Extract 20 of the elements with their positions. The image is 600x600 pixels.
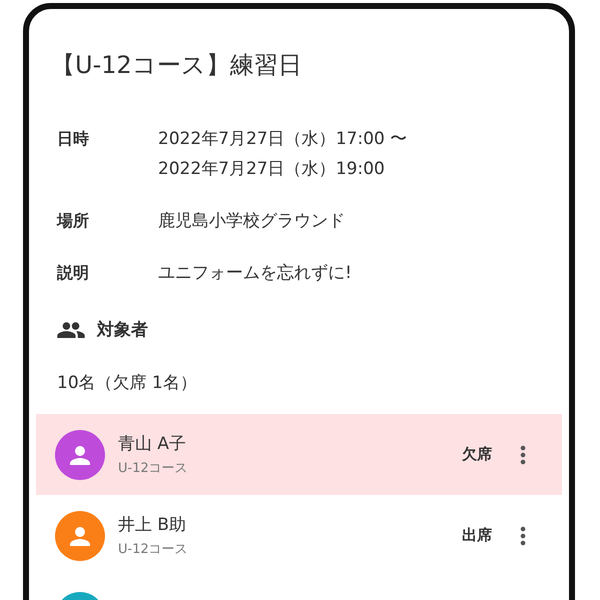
event-title: 【U-12コース】練習日 xyxy=(50,50,303,81)
member-name: 青山 A子 xyxy=(118,433,188,455)
attendance-status: 欠席 xyxy=(462,445,492,464)
member-course: U-12コース xyxy=(118,460,189,477)
detail-value: 2022年7月27日（水）19:00 xyxy=(158,158,386,181)
attendee-count: 10名（欠席 1名） xyxy=(56,372,198,394)
member-row[interactable]: 青山 A子 U-12コース 欠席 xyxy=(36,414,562,495)
detail-value: 2022年7月27日（水）17:00 〜 xyxy=(158,128,408,151)
more-vertical-icon xyxy=(520,526,526,546)
people-icon xyxy=(57,322,85,338)
more-vertical-icon xyxy=(520,444,526,464)
detail-value: ユニフォームを忘れずに! xyxy=(158,262,352,285)
member-name: 井上 B助 xyxy=(118,514,188,536)
detail-label: 場所 xyxy=(57,210,90,232)
detail-value: 鹿児島小学校グラウンド xyxy=(158,210,345,233)
attendance-status: 出席 xyxy=(462,526,492,545)
detail-label: 説明 xyxy=(57,262,90,284)
member-course: U-12コース xyxy=(118,541,189,558)
detail-label: 日時 xyxy=(57,128,90,150)
section-heading: 対象者 xyxy=(97,319,148,341)
